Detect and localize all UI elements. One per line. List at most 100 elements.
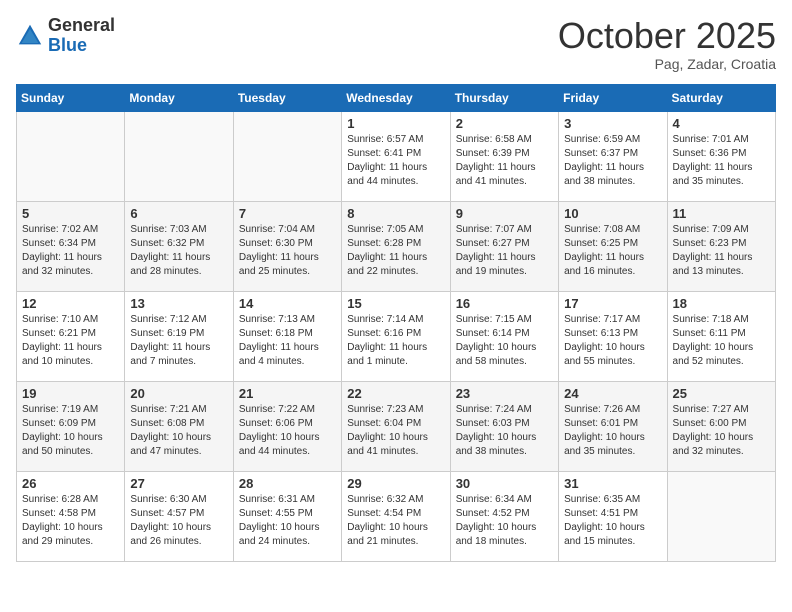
day-info: Sunrise: 6:59 AM Sunset: 6:37 PM Dayligh… [564, 133, 661, 189]
title-block: October 2025 Pag, Zadar, Croatia [558, 16, 776, 72]
month-title: October 2025 [558, 16, 776, 56]
logo-general-text: General [48, 16, 115, 36]
page-header: General Blue October 2025 Pag, Zadar, Cr… [16, 16, 776, 72]
day-number: 12 [22, 296, 119, 311]
calendar-cell: 22 Sunrise: 7:23 AM Sunset: 6:04 PM Dayli… [342, 381, 450, 471]
day-number: 18 [673, 296, 770, 311]
day-info: Sunrise: 7:22 AM Sunset: 6:06 PM Dayligh… [239, 403, 336, 459]
day-info: Sunrise: 7:09 AM Sunset: 6:23 PM Dayligh… [673, 223, 770, 279]
day-info: Sunrise: 7:13 AM Sunset: 6:18 PM Dayligh… [239, 313, 336, 369]
day-info: Sunrise: 7:24 AM Sunset: 6:03 PM Dayligh… [456, 403, 553, 459]
day-number: 10 [564, 206, 661, 221]
day-info: Sunrise: 6:57 AM Sunset: 6:41 PM Dayligh… [347, 133, 444, 189]
calendar-cell: 11 Sunrise: 7:09 AM Sunset: 6:23 PM Dayli… [667, 201, 775, 291]
day-info: Sunrise: 7:18 AM Sunset: 6:11 PM Dayligh… [673, 313, 770, 369]
day-number: 19 [22, 386, 119, 401]
calendar-cell: 31 Sunrise: 6:35 AM Sunset: 4:51 PM Dayli… [559, 471, 667, 561]
day-number: 31 [564, 476, 661, 491]
location: Pag, Zadar, Croatia [558, 56, 776, 72]
header-day-monday: Monday [125, 84, 233, 111]
day-number: 20 [130, 386, 227, 401]
logo-blue-text: Blue [48, 36, 115, 56]
calendar-cell: 14 Sunrise: 7:13 AM Sunset: 6:18 PM Dayli… [233, 291, 341, 381]
day-number: 1 [347, 116, 444, 131]
day-info: Sunrise: 7:21 AM Sunset: 6:08 PM Dayligh… [130, 403, 227, 459]
calendar-cell [125, 111, 233, 201]
day-info: Sunrise: 6:30 AM Sunset: 4:57 PM Dayligh… [130, 493, 227, 549]
calendar-week-3: 12Sunrise: 7:10 AM Sunset: 6:21 PM Dayli… [17, 291, 776, 381]
day-info: Sunrise: 7:26 AM Sunset: 6:01 PM Dayligh… [564, 403, 661, 459]
header-day-friday: Friday [559, 84, 667, 111]
calendar-cell: 6 Sunrise: 7:03 AM Sunset: 6:32 PM Daylig… [125, 201, 233, 291]
day-info: Sunrise: 6:28 AM Sunset: 4:58 PM Dayligh… [22, 493, 119, 549]
calendar-cell [17, 111, 125, 201]
day-number: 28 [239, 476, 336, 491]
day-info: Sunrise: 7:04 AM Sunset: 6:30 PM Dayligh… [239, 223, 336, 279]
calendar-cell: 5 Sunrise: 7:02 AM Sunset: 6:34 PM Daylig… [17, 201, 125, 291]
header-day-wednesday: Wednesday [342, 84, 450, 111]
day-info: Sunrise: 7:23 AM Sunset: 6:04 PM Dayligh… [347, 403, 444, 459]
calendar-cell: 7 Sunrise: 7:04 AM Sunset: 6:30 PM Daylig… [233, 201, 341, 291]
day-number: 2 [456, 116, 553, 131]
day-number: 22 [347, 386, 444, 401]
calendar-cell: 12Sunrise: 7:10 AM Sunset: 6:21 PM Dayli… [17, 291, 125, 381]
day-info: Sunrise: 7:12 AM Sunset: 6:19 PM Dayligh… [130, 313, 227, 369]
calendar-cell: 18 Sunrise: 7:18 AM Sunset: 6:11 PM Dayli… [667, 291, 775, 381]
day-info: Sunrise: 7:27 AM Sunset: 6:00 PM Dayligh… [673, 403, 770, 459]
calendar-cell: 19 Sunrise: 7:19 AM Sunset: 6:09 PM Dayli… [17, 381, 125, 471]
day-info: Sunrise: 7:02 AM Sunset: 6:34 PM Dayligh… [22, 223, 119, 279]
day-number: 7 [239, 206, 336, 221]
day-info: Sunrise: 6:32 AM Sunset: 4:54 PM Dayligh… [347, 493, 444, 549]
calendar-cell: 15Sunrise: 7:14 AM Sunset: 6:16 PM Dayli… [342, 291, 450, 381]
header-day-sunday: Sunday [17, 84, 125, 111]
day-number: 5 [22, 206, 119, 221]
calendar-cell: 20 Sunrise: 7:21 AM Sunset: 6:08 PM Dayli… [125, 381, 233, 471]
day-info: Sunrise: 7:08 AM Sunset: 6:25 PM Dayligh… [564, 223, 661, 279]
day-number: 15 [347, 296, 444, 311]
day-number: 24 [564, 386, 661, 401]
day-number: 21 [239, 386, 336, 401]
day-info: Sunrise: 7:05 AM Sunset: 6:28 PM Dayligh… [347, 223, 444, 279]
day-number: 3 [564, 116, 661, 131]
day-info: Sunrise: 6:31 AM Sunset: 4:55 PM Dayligh… [239, 493, 336, 549]
calendar-cell [667, 471, 775, 561]
calendar-header-row: SundayMondayTuesdayWednesdayThursdayFrid… [17, 84, 776, 111]
day-number: 23 [456, 386, 553, 401]
calendar-cell: 30 Sunrise: 6:34 AM Sunset: 4:52 PM Dayli… [450, 471, 558, 561]
calendar-cell: 10 Sunrise: 7:08 AM Sunset: 6:25 PM Dayli… [559, 201, 667, 291]
day-number: 14 [239, 296, 336, 311]
day-info: Sunrise: 7:19 AM Sunset: 6:09 PM Dayligh… [22, 403, 119, 459]
calendar-cell: 23 Sunrise: 7:24 AM Sunset: 6:03 PM Dayli… [450, 381, 558, 471]
logo-icon [16, 22, 44, 50]
day-info: Sunrise: 7:03 AM Sunset: 6:32 PM Dayligh… [130, 223, 227, 279]
header-day-saturday: Saturday [667, 84, 775, 111]
day-number: 30 [456, 476, 553, 491]
day-info: Sunrise: 7:15 AM Sunset: 6:14 PM Dayligh… [456, 313, 553, 369]
calendar-week-4: 19 Sunrise: 7:19 AM Sunset: 6:09 PM Dayli… [17, 381, 776, 471]
logo: General Blue [16, 16, 115, 56]
day-number: 17 [564, 296, 661, 311]
calendar-cell: 13Sunrise: 7:12 AM Sunset: 6:19 PM Dayli… [125, 291, 233, 381]
day-info: Sunrise: 7:01 AM Sunset: 6:36 PM Dayligh… [673, 133, 770, 189]
calendar-week-1: 1 Sunrise: 6:57 AM Sunset: 6:41 PM Daylig… [17, 111, 776, 201]
calendar-cell [233, 111, 341, 201]
day-info: Sunrise: 6:34 AM Sunset: 4:52 PM Dayligh… [456, 493, 553, 549]
calendar-cell: 24 Sunrise: 7:26 AM Sunset: 6:01 PM Dayli… [559, 381, 667, 471]
day-number: 11 [673, 206, 770, 221]
day-info: Sunrise: 6:35 AM Sunset: 4:51 PM Dayligh… [564, 493, 661, 549]
day-number: 16 [456, 296, 553, 311]
calendar-cell: 8Sunrise: 7:05 AM Sunset: 6:28 PM Daylig… [342, 201, 450, 291]
calendar-week-2: 5 Sunrise: 7:02 AM Sunset: 6:34 PM Daylig… [17, 201, 776, 291]
header-day-tuesday: Tuesday [233, 84, 341, 111]
calendar-cell: 17Sunrise: 7:17 AM Sunset: 6:13 PM Dayli… [559, 291, 667, 381]
day-number: 26 [22, 476, 119, 491]
calendar-week-5: 26 Sunrise: 6:28 AM Sunset: 4:58 PM Dayli… [17, 471, 776, 561]
calendar-cell: 4Sunrise: 7:01 AM Sunset: 6:36 PM Daylig… [667, 111, 775, 201]
calendar-cell: 27Sunrise: 6:30 AM Sunset: 4:57 PM Dayli… [125, 471, 233, 561]
calendar-cell: 25 Sunrise: 7:27 AM Sunset: 6:00 PM Dayli… [667, 381, 775, 471]
day-number: 25 [673, 386, 770, 401]
day-info: Sunrise: 6:58 AM Sunset: 6:39 PM Dayligh… [456, 133, 553, 189]
calendar-cell: 26 Sunrise: 6:28 AM Sunset: 4:58 PM Dayli… [17, 471, 125, 561]
day-number: 9 [456, 206, 553, 221]
day-number: 6 [130, 206, 227, 221]
